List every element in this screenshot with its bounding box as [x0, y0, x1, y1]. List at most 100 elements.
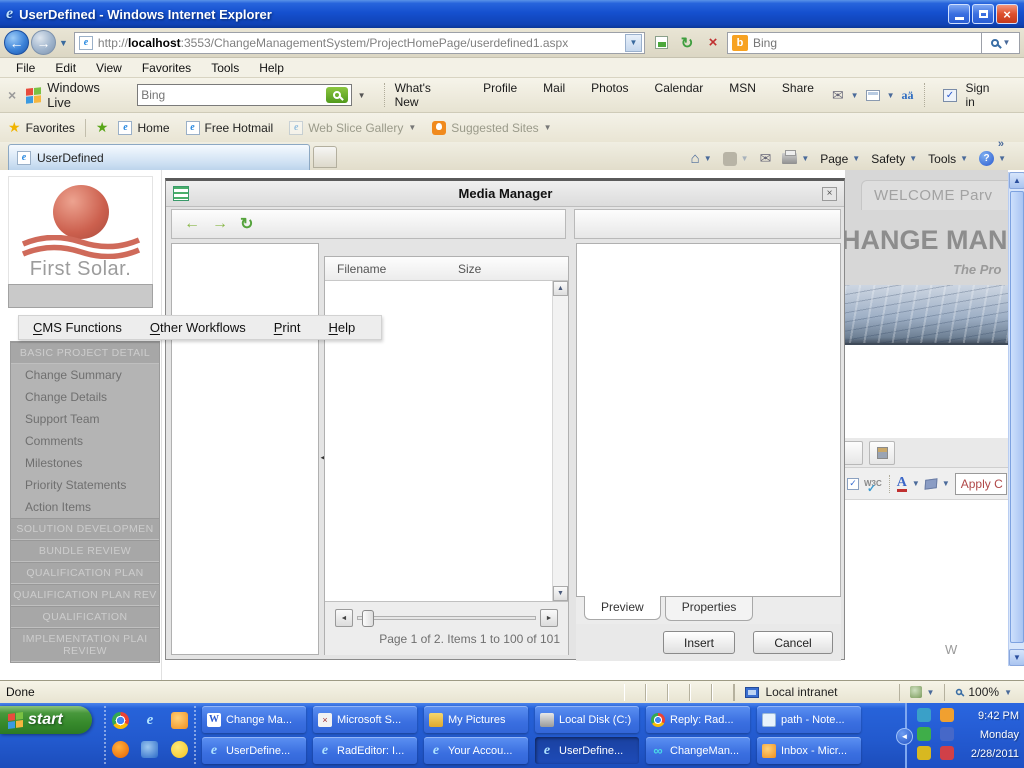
tab-properties[interactable]: Properties	[664, 597, 754, 621]
toolbar-close-icon[interactable]: ×	[8, 87, 16, 103]
menu-item-edit[interactable]: Edit	[45, 59, 86, 77]
sidebar-section-qualification-plan-rev[interactable]: QUALIFICATION PLAN REV	[11, 584, 159, 606]
favorite-item-free-hotmail[interactable]: e Free Hotmail	[185, 120, 273, 135]
apply-class-dropdown[interactable]: Apply C	[954, 472, 1007, 495]
layout-icon[interactable]	[865, 89, 880, 101]
favorites-star-icon[interactable]: ★	[8, 119, 21, 136]
task-button-changeman[interactable]: ∞ ChangeMan...	[646, 737, 750, 764]
page-slider[interactable]: ◄ ►	[335, 609, 558, 627]
messenger-tray-icon[interactable]	[917, 708, 931, 722]
live-link-what-s-new[interactable]: What's New	[395, 81, 458, 109]
stop-button[interactable]: ×	[701, 32, 725, 54]
task-button-your-accou[interactable]: e Your Accou...	[424, 737, 528, 764]
add-favorite-icon[interactable]: ★	[96, 119, 109, 136]
feeds-button[interactable]: ▼	[722, 151, 749, 166]
smiley-icon[interactable]	[170, 741, 188, 758]
tray-chevron-icon[interactable]: ◄	[896, 728, 913, 745]
live-search-box[interactable]	[137, 84, 352, 106]
page-prev-icon[interactable]: ◄	[335, 609, 353, 627]
search-go-button[interactable]: ▼	[982, 31, 1020, 54]
column-size[interactable]: Size	[458, 262, 481, 276]
refresh-icon[interactable]: ↻	[240, 214, 253, 234]
restore-button[interactable]	[972, 4, 994, 24]
sidebar-section-implementation-plai-review[interactable]: IMPLEMENTATION PLAI REVIEW	[11, 628, 159, 662]
minimize-button[interactable]	[948, 4, 970, 24]
scroll-up-icon[interactable]: ▲	[1009, 172, 1024, 189]
menu-item-help[interactable]: Help	[249, 59, 294, 77]
grid-scrollbar[interactable]: ▲ ▼	[552, 281, 568, 601]
scroll-down-icon[interactable]: ▼	[553, 586, 568, 601]
checkbox-icon[interactable]: ✓	[847, 477, 859, 490]
cms-menu-other-workflows[interactable]: Other Workflows	[136, 320, 260, 335]
dialog-close-icon[interactable]: ×	[822, 186, 837, 201]
scroll-up-icon[interactable]: ▲	[553, 281, 568, 296]
task-button-userdefine[interactable]: e UserDefine...	[535, 737, 639, 764]
task-button-inbox-micr[interactable]: Inbox - Micr...	[757, 737, 861, 764]
back-icon[interactable]: ←	[4, 30, 29, 55]
sign-in-link[interactable]: Sign in	[965, 81, 1002, 109]
sidebar-item-comments[interactable]: Comments	[11, 430, 159, 452]
compatibility-view-button[interactable]	[649, 32, 673, 54]
font-color-caret-icon[interactable]: ▼	[912, 479, 920, 488]
internet-explorer-icon[interactable]: e	[141, 712, 158, 729]
page-menu[interactable]: Page ▼	[820, 152, 860, 166]
dialog-titlebar[interactable]: Media Manager ×	[166, 181, 844, 207]
task-button-path-note[interactable]: path - Note...	[757, 706, 861, 733]
windows-live-brand[interactable]: Windows Live	[47, 80, 127, 110]
alert-tray-icon[interactable]	[940, 746, 954, 760]
outlook-icon[interactable]	[170, 712, 188, 729]
sidebar-section-basic-project-detail[interactable]: BASIC PROJECT DETAIL	[11, 342, 159, 364]
mail-caret-icon[interactable]: ▼	[851, 91, 859, 100]
lock-tray-icon[interactable]	[917, 746, 931, 760]
sidebar-section-solution-developmen[interactable]: SOLUTION DEVELOPMEN	[11, 518, 159, 540]
search-input[interactable]	[753, 35, 977, 50]
task-button-reply-rad[interactable]: Reply: Rad...	[646, 706, 750, 733]
column-filename[interactable]: Filename	[325, 262, 458, 276]
read-mail-button[interactable]: ✉	[760, 150, 772, 167]
reminder-tray-icon[interactable]	[940, 708, 954, 722]
favorites-label[interactable]: Favorites	[26, 121, 75, 135]
favorite-item-web-slice-gallery[interactable]: e Web Slice Gallery ▼	[289, 120, 416, 135]
slider-thumb[interactable]	[362, 610, 374, 627]
sidebar-section-qualification-plan[interactable]: QUALIFICATION PLAN	[11, 562, 159, 584]
zoom-control[interactable]: 100% ▼	[944, 683, 1024, 701]
task-button-microsoft-s[interactable]: × Microsoft S...	[313, 706, 417, 733]
task-button-radeditor-i[interactable]: e RadEditor: I...	[313, 737, 417, 764]
folder-tree-pane[interactable]	[171, 243, 319, 655]
start-button[interactable]: start	[0, 706, 92, 734]
live-link-mail[interactable]: Mail	[543, 81, 565, 109]
sidebar-item-change-details[interactable]: Change Details	[11, 386, 159, 408]
task-button-my-pictures[interactable]: My Pictures	[424, 706, 528, 733]
tab-preview[interactable]: Preview	[584, 596, 661, 620]
tools-menu[interactable]: Tools ▼	[928, 152, 968, 166]
history-dropdown-icon[interactable]: ▼	[59, 38, 68, 48]
editor-partial-button[interactable]	[845, 440, 863, 465]
page-vertical-scrollbar[interactable]: ▲ ▼	[1008, 172, 1024, 666]
live-link-msn[interactable]: MSN	[729, 81, 756, 109]
overflow-chevron-icon[interactable]: »	[998, 138, 1004, 150]
menu-item-tools[interactable]: Tools	[201, 59, 249, 77]
slider-track[interactable]	[357, 610, 536, 627]
search-box[interactable]: b	[727, 31, 982, 54]
sync-tray-icon[interactable]	[917, 727, 931, 741]
back-icon[interactable]: ←	[184, 215, 200, 233]
cms-menu-cms-functions[interactable]: CMS Functions	[19, 320, 136, 335]
clock[interactable]: 9:42 PM Monday 2/28/2011	[971, 707, 1019, 764]
search-options-caret-icon[interactable]: ▼	[1003, 38, 1011, 47]
live-search-caret-icon[interactable]: ▼	[358, 91, 366, 100]
messenger-icon[interactable]	[141, 741, 159, 758]
task-button-change-ma[interactable]: W Change Ma...	[202, 706, 306, 733]
favorite-item-home[interactable]: e Home	[118, 120, 170, 135]
sidebar-section-bundle-review[interactable]: BUNDLE REVIEW	[11, 540, 159, 562]
sidebar-item-milestones[interactable]: Milestones	[11, 452, 159, 474]
format-painter-button[interactable]	[869, 440, 895, 465]
scroll-down-icon[interactable]: ▼	[1009, 649, 1024, 666]
fill-color-icon[interactable]	[924, 477, 938, 490]
safety-menu[interactable]: Safety ▼	[871, 152, 917, 166]
live-link-photos[interactable]: Photos	[591, 81, 628, 109]
sidebar-item-action-items[interactable]: Action Items	[11, 496, 159, 518]
live-link-calendar[interactable]: Calendar	[655, 81, 704, 109]
mail-share-icon[interactable]: ✉	[832, 87, 844, 104]
menu-item-file[interactable]: File	[6, 59, 45, 77]
font-color-icon[interactable]: A	[896, 475, 907, 492]
